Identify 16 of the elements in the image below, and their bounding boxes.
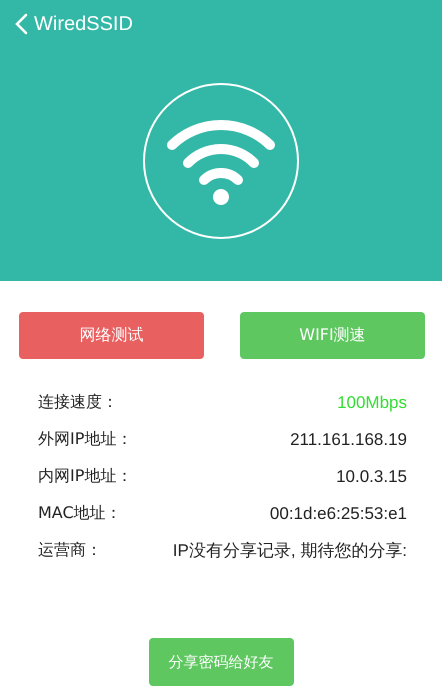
info-value: 10.0.3.15 [336,466,407,486]
info-label: 外网IP地址： [38,429,132,450]
info-value: 00:1d:e6:25:53:e1 [270,504,407,524]
action-button[interactable]: WIFI测速 [240,312,425,359]
action-button[interactable]: 网络测试 [19,312,204,359]
info-value: 100Mbps [337,392,407,412]
back-icon[interactable] [14,13,28,35]
screen-title: WiredSSID [34,12,133,36]
wifi-icon [166,117,276,205]
info-value: 211.161.168.19 [290,430,407,450]
info-value: IP没有分享记录, 期待您的分享: [172,540,407,562]
info-label: 内网IP地址： [38,466,132,487]
info-label: 连接速度： [38,392,118,413]
share-button[interactable]: 分享密码给好友 [148,638,294,686]
info-label: 运营商： [38,540,102,561]
info-label: MAC地址： [38,503,122,524]
